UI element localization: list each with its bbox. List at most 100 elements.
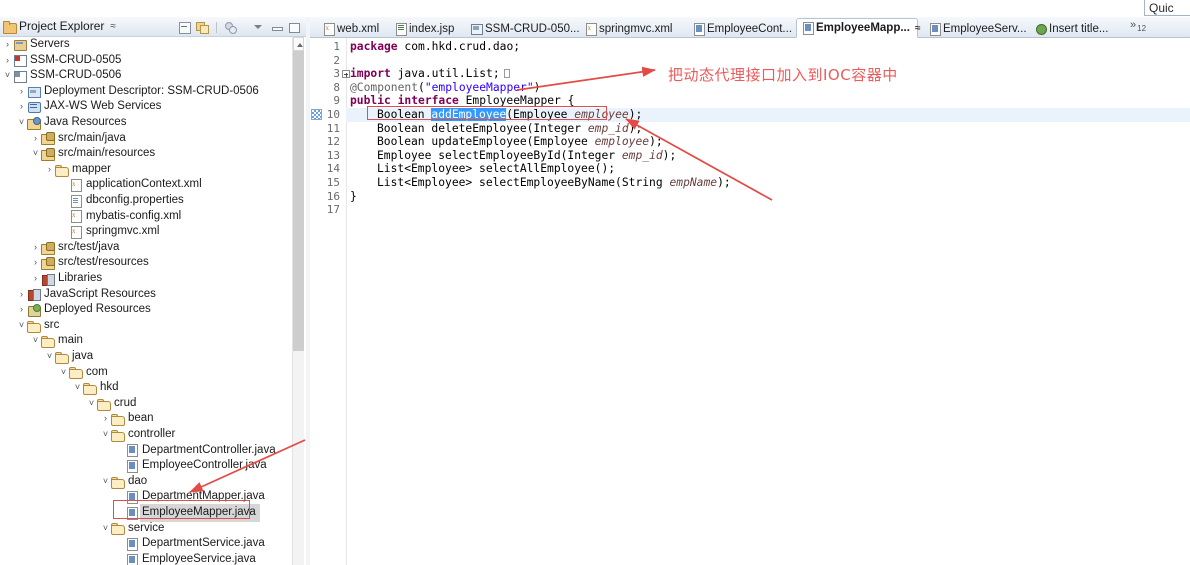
- code-line[interactable]: 11 Boolean deleteEmployee(Integer emp_id)…: [310, 122, 1190, 136]
- quick-access-box[interactable]: Quic: [1144, 0, 1190, 16]
- chevron-right-icon[interactable]: ›: [44, 162, 55, 178]
- tree-item[interactable]: ˅ com: [0, 365, 108, 381]
- chevron-down-icon[interactable]: ˅: [86, 396, 97, 412]
- tree-item[interactable]: DepartmentMapper.java: [0, 489, 265, 505]
- collapse-all-icon[interactable]: [177, 20, 192, 34]
- tree-item[interactable]: › Libraries: [0, 271, 102, 287]
- chevron-right-icon[interactable]: ›: [100, 411, 111, 427]
- link-with-editor-icon[interactable]: [195, 20, 210, 34]
- tree-item[interactable]: ˅ controller: [0, 427, 175, 443]
- tree-item[interactable]: EmployeeController.java: [0, 458, 267, 474]
- tree-item[interactable]: › mapper: [0, 162, 111, 178]
- code-content[interactable]: 1 package com.hkd.crud.dao; 2 3 import java.…: [310, 38, 1190, 565]
- tree-item[interactable]: › src/main/java: [0, 131, 126, 147]
- editor-tab[interactable]: EmployeeServ...: [924, 19, 1027, 38]
- code-token: List<Employee> selectAllEmployee();: [377, 162, 616, 176]
- chevron-right-icon[interactable]: ›: [30, 240, 41, 256]
- code-token: Boolean: [377, 108, 432, 121]
- tree-item[interactable]: › JAX-WS Web Services: [0, 99, 161, 115]
- tree-item[interactable]: › src/test/resources: [0, 255, 149, 271]
- editor-tab[interactable]: springmvc.xml: [580, 19, 672, 38]
- tree-item[interactable]: DepartmentController.java: [0, 443, 276, 459]
- scrollbar-thumb[interactable]: [293, 51, 304, 351]
- chevron-right-icon[interactable]: ›: [30, 131, 41, 147]
- tree-item[interactable]: › JavaScript Resources: [0, 287, 156, 303]
- chevron-down-icon[interactable]: ˅: [30, 146, 41, 162]
- tree-item[interactable]: › SSM-CRUD-0505: [0, 53, 121, 69]
- close-icon[interactable]: ≈: [110, 21, 115, 32]
- chevron-right-icon[interactable]: ›: [2, 53, 13, 69]
- scroll-up-button[interactable]: [293, 37, 304, 51]
- filter-icon[interactable]: [223, 20, 238, 34]
- folded-code-placeholder[interactable]: [504, 69, 510, 79]
- code-line[interactable]: 10 Boolean addEmployee(Employee employee)…: [310, 108, 1190, 122]
- tree-item[interactable]: › src/test/java: [0, 240, 119, 256]
- chevron-down-icon[interactable]: ˅: [16, 318, 27, 334]
- chevron-down-icon[interactable]: ˅: [2, 68, 13, 84]
- tree-item[interactable]: DepartmentService.java: [0, 536, 265, 552]
- chevron-right-icon[interactable]: ›: [16, 287, 27, 303]
- code-line[interactable]: 17: [310, 203, 1190, 217]
- breakpoint-marker-icon[interactable]: [311, 109, 322, 120]
- project-tree[interactable]: › Servers › SSM-CRUD-0505 ˅ SSM-CRUD-0506 › Dep…: [0, 37, 292, 565]
- chevron-right-icon[interactable]: ›: [16, 84, 27, 100]
- code-line[interactable]: 9 public interface EmployeeMapper {: [310, 94, 1190, 108]
- maximize-icon[interactable]: [287, 20, 302, 34]
- code-line[interactable]: 15 List<Employee> selectEmployeeByName(St…: [310, 176, 1190, 190]
- view-menu-icon[interactable]: [251, 20, 266, 34]
- editor-tab[interactable]: Insert title...: [1030, 19, 1120, 38]
- tree-item[interactable]: springmvc.xml: [0, 224, 159, 240]
- tree-item[interactable]: › Deployed Resources: [0, 302, 151, 318]
- chevron-down-icon[interactable]: ˅: [100, 427, 111, 443]
- code-line[interactable]: 12 Boolean updateEmployee(Employee employ…: [310, 135, 1190, 149]
- code-editor[interactable]: 1 package com.hkd.crud.dao; 2 3 import java.…: [310, 38, 1190, 565]
- chevron-right-icon[interactable]: ›: [30, 255, 41, 271]
- tree-item[interactable]: ˅ Java Resources: [0, 115, 126, 131]
- chevron-down-icon[interactable]: ˅: [30, 333, 41, 349]
- minimize-icon[interactable]: [269, 20, 284, 34]
- code-line[interactable]: 13 Employee selectEmployeeById(Integer em…: [310, 149, 1190, 163]
- editor-tab[interactable]: EmployeeCont...: [688, 19, 792, 38]
- code-line[interactable]: 14 List<Employee> selectAllEmployee();: [310, 162, 1190, 176]
- fold-expand-icon[interactable]: [342, 70, 350, 79]
- tree-item[interactable]: ˅ hkd: [0, 380, 119, 396]
- editor-tab[interactable]: index.jsp: [390, 19, 462, 38]
- chevron-right-icon[interactable]: ›: [16, 302, 27, 318]
- code-token: empName: [669, 176, 718, 189]
- project-explorer-tab[interactable]: Project Explorer ≈: [3, 19, 116, 34]
- tree-item[interactable]: ˅ main: [0, 333, 83, 349]
- editor-tab[interactable]: SSM-CRUD-050...: [466, 19, 580, 38]
- chevron-right-icon[interactable]: ›: [2, 37, 13, 53]
- code-line[interactable]: 16}: [310, 190, 1190, 204]
- tree-item[interactable]: ˅ crud: [0, 396, 136, 412]
- tree-item[interactable]: dbconfig.properties: [0, 193, 184, 209]
- tab-overflow-indicator[interactable]: »12: [1130, 19, 1146, 33]
- chevron-down-icon[interactable]: ˅: [16, 115, 27, 131]
- chevron-down-icon[interactable]: ˅: [58, 365, 69, 381]
- tree-item[interactable]: ˅ src: [0, 318, 59, 334]
- tree-item[interactable]: › bean: [0, 411, 154, 427]
- tree-item[interactable]: ˅ src/main/resources: [0, 146, 155, 162]
- tree-item-label: src: [44, 318, 60, 331]
- chevron-right-icon[interactable]: ›: [30, 271, 41, 287]
- tree-item[interactable]: EmployeeMapper.java: [0, 504, 260, 522]
- chevron-down-icon[interactable]: ˅: [100, 521, 111, 537]
- tree-item[interactable]: ˅ SSM-CRUD-0506: [0, 68, 121, 84]
- tree-item[interactable]: ˅ dao: [0, 474, 147, 490]
- tree-item[interactable]: EmployeeService.java: [0, 552, 256, 565]
- chevron-down-icon[interactable]: ˅: [72, 380, 83, 396]
- editor-tab[interactable]: web.xml: [318, 19, 386, 38]
- tree-item[interactable]: › Servers: [0, 37, 70, 53]
- chevron-down-icon[interactable]: ˅: [100, 474, 111, 490]
- chevron-right-icon[interactable]: ›: [16, 99, 27, 115]
- editor-tab[interactable]: EmployeeMapp... ≈: [796, 18, 920, 38]
- tree-item[interactable]: ˅ service: [0, 521, 164, 537]
- chevron-down-icon[interactable]: ˅: [44, 349, 55, 365]
- code-line[interactable]: 1 package com.hkd.crud.dao;: [310, 40, 1190, 54]
- tree-item[interactable]: mybatis-config.xml: [0, 209, 181, 225]
- tab-close-icon[interactable]: ≈: [915, 23, 920, 34]
- tree-item[interactable]: › Deployment Descriptor: SSM-CRUD-0506: [0, 84, 259, 100]
- tree-item[interactable]: applicationContext.xml: [0, 177, 202, 193]
- tree-item[interactable]: ˅ java: [0, 349, 93, 365]
- explorer-scrollbar[interactable]: [292, 37, 304, 565]
